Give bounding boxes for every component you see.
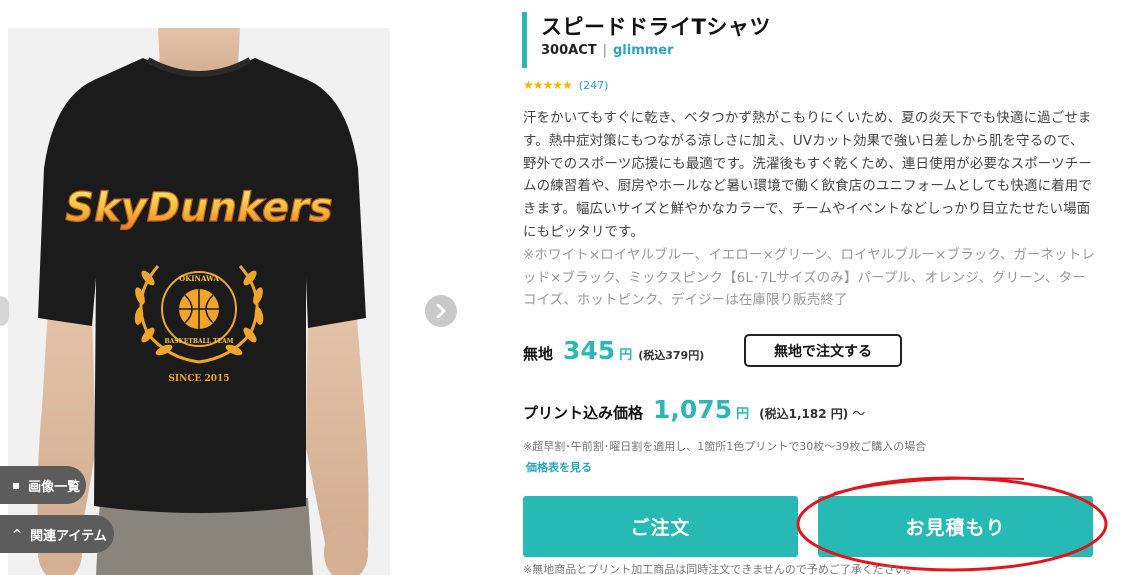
review-count-link[interactable]: (247)	[579, 79, 609, 92]
order-button[interactable]: ご注文	[523, 496, 798, 557]
product-header: スピードドライTシャツ 300ACT | glimmer	[522, 12, 771, 68]
rating-stars-icon: ★★★★★	[523, 78, 573, 92]
print-price-row: プリント込み価格 1,075 円 (税込1,182 円) ～	[523, 395, 865, 424]
print-price-label: プリント込み価格	[523, 404, 644, 422]
chevron-right-icon	[436, 304, 446, 318]
plain-order-button[interactable]: 無地で注文する	[744, 334, 902, 367]
subline-separator: |	[602, 43, 607, 58]
description-text: 汗をかいてもすぐに乾き、ベタつかず熱がこもりにくいため、夏の炎天下でも快適に過ご…	[523, 111, 1092, 240]
print-price-note: ※超早割･午前割･曜日割を適用し、1箇所1色プリントで30枚～39枚ご購入の場合	[523, 440, 927, 453]
price-tilde: ～	[852, 407, 866, 422]
print-price-unit: 円	[736, 407, 750, 422]
estimate-button[interactable]: お見積もり	[818, 496, 1093, 557]
plain-price: 345	[563, 336, 616, 365]
related-items-label: 関連アイテム	[30, 528, 107, 544]
product-subline: 300ACT | glimmer	[541, 43, 771, 58]
print-price: 1,075	[653, 395, 733, 424]
print-ring-text-2: BASKETBALL TEAM	[165, 338, 234, 345]
plain-tax-included: (税込379円)	[638, 349, 705, 362]
print-since-text: SINCE 2015	[168, 374, 229, 384]
product-description: 汗をかいてもすぐに乾き、ベタつかず熱がこもりにくいため、夏の炎天下でも快適に過ご…	[523, 108, 1095, 313]
product-title: スピードドライTシャツ	[541, 15, 771, 39]
next-image-button[interactable]	[425, 295, 457, 327]
bottom-note: ※無地商品とプリント加工商品は同時注文できませんので予めご了承ください。	[523, 563, 917, 575]
color-note: ※ホワイト×ロイヤルブルー、イエロー×グリーン、ロイヤルブルー×ブラック、ガーネ…	[523, 247, 1095, 309]
print-ring-text: OKINAWA	[179, 274, 219, 283]
print-tax-included: (税込1,182 円)	[759, 407, 849, 421]
plain-price-unit: 円	[619, 348, 633, 363]
product-code: 300ACT	[541, 43, 597, 58]
print-logo-text: SkyDunkers	[65, 185, 332, 231]
plain-price-row: 無地 345 円 (税込379円)	[523, 336, 704, 365]
image-list-button[interactable]: ▪ 画像一覧	[0, 466, 86, 504]
brand-link[interactable]: glimmer	[613, 43, 674, 58]
price-table-link[interactable]: 価格表を見る	[526, 459, 592, 475]
plain-price-label: 無地	[523, 345, 554, 363]
chevron-up-icon: ^	[12, 527, 23, 541]
image-list-icon: ▪	[12, 478, 21, 492]
prev-image-button[interactable]	[0, 296, 9, 326]
image-list-label: 画像一覧	[28, 479, 81, 495]
rating: ★★★★★ (247)	[523, 78, 608, 92]
related-items-button[interactable]: ^ 関連アイテム	[0, 515, 114, 553]
